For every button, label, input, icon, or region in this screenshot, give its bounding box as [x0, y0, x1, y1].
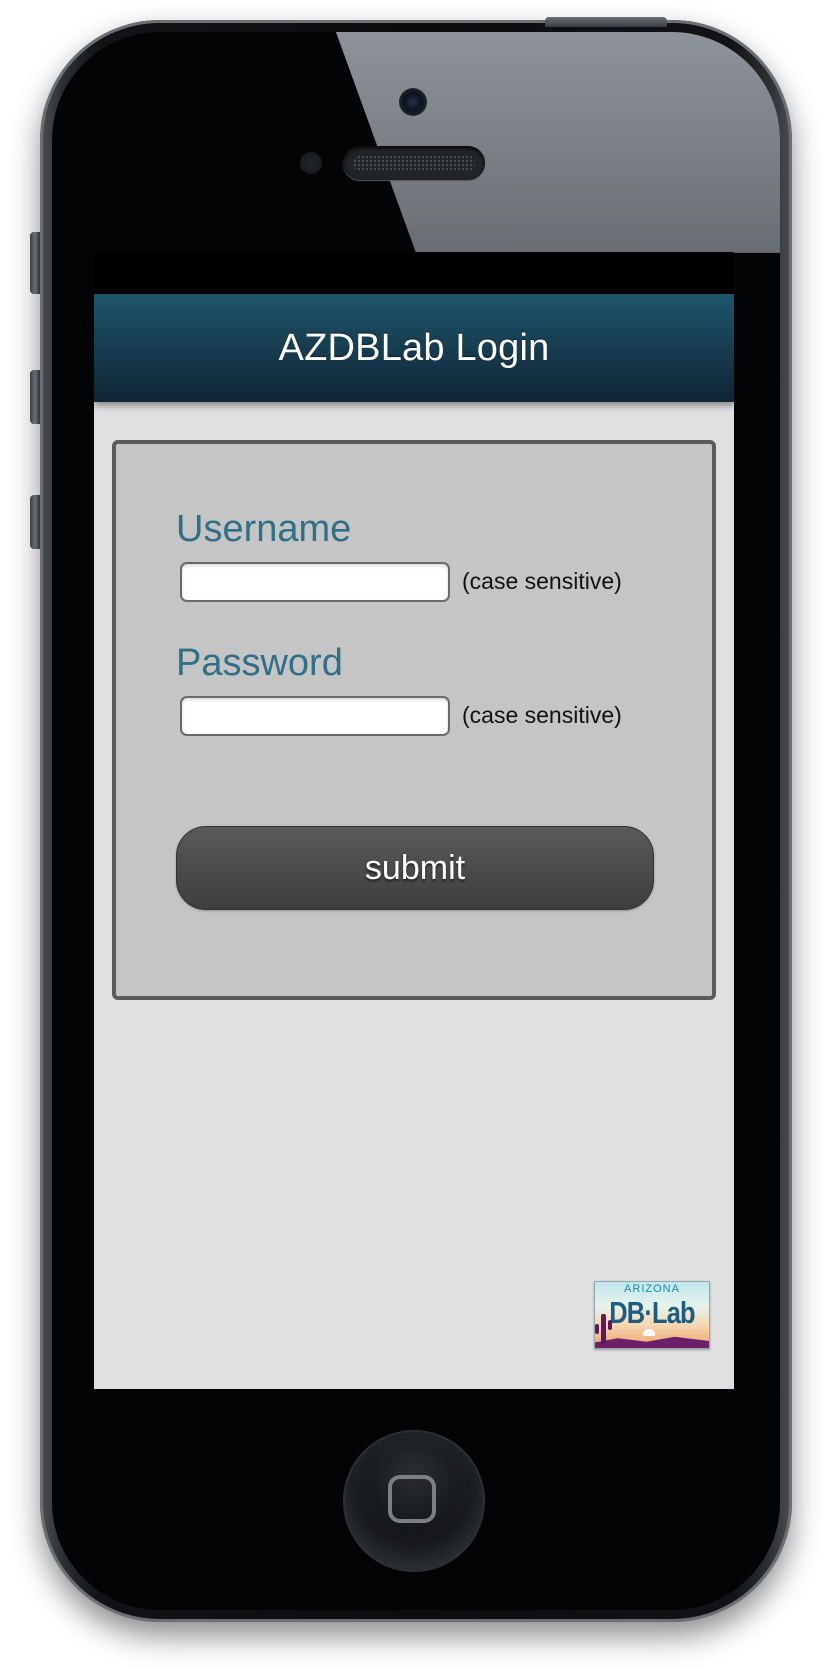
username-hint: (case sensitive): [462, 568, 622, 594]
username-label: Username: [176, 508, 352, 550]
password-input[interactable]: [180, 696, 450, 736]
proximity-sensor-icon: [300, 152, 322, 174]
mute-switch: [30, 232, 40, 294]
cactus-icon: [595, 1314, 612, 1344]
azdblab-logo: ARIZONA DB·Lab: [594, 1281, 710, 1349]
desert-ground-icon: [595, 1336, 709, 1348]
username-input[interactable]: [180, 562, 450, 602]
home-button-icon: [388, 1475, 436, 1523]
status-bar: [94, 252, 734, 294]
logo-top-text: ARIZONA: [624, 1283, 680, 1295]
sun-icon: [643, 1329, 655, 1336]
app-header: AZDBLab Login: [94, 294, 734, 402]
page-title: AZDBLab Login: [278, 326, 550, 369]
speaker-icon: [343, 146, 485, 180]
camera-icon: [399, 88, 427, 116]
home-button[interactable]: [343, 1430, 485, 1572]
phone-screen: AZDBLab Login Username (case sensitive) …: [94, 252, 734, 1389]
password-label: Password: [176, 642, 343, 684]
submit-button[interactable]: submit: [176, 826, 654, 910]
logo-main-text: DB·Lab: [609, 1295, 695, 1330]
login-form: Username (case sensitive) Password (case…: [112, 440, 716, 1000]
volume-down-button: [30, 495, 40, 549]
password-hint: (case sensitive): [462, 702, 622, 728]
volume-up-button: [30, 370, 40, 424]
power-button: [545, 17, 667, 27]
